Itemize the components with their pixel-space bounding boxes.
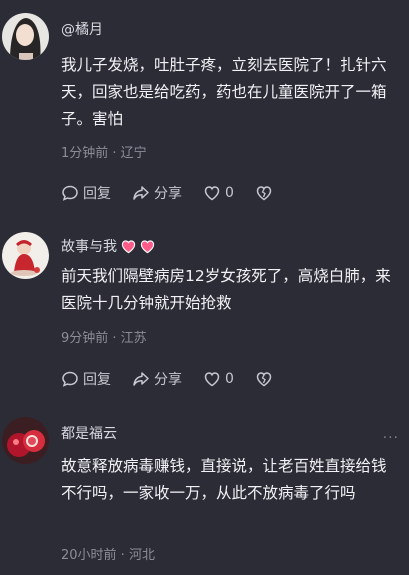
comment-text: 我儿子发烧，吐肚子疼，立刻去医院了！扎针六天，回家也是给吃药，药也在儿童医院开了… (61, 56, 387, 128)
reply-button[interactable]: 回复 (61, 369, 111, 389)
comment-bubble-icon (62, 371, 78, 387)
dislike-button[interactable] (255, 184, 277, 202)
avatar[interactable] (2, 417, 49, 464)
share-button[interactable]: 分享 (132, 183, 182, 203)
avatar[interactable] (2, 13, 49, 60)
reply-label: 回复 (83, 186, 111, 202)
comment-meta: 20小时前 · 河北 (61, 548, 155, 563)
avatar[interactable] (2, 232, 49, 279)
pink-heart-icon (140, 239, 155, 253)
comment-actions: 回复 分享 0 (61, 369, 298, 389)
share-label: 分享 (154, 186, 182, 202)
reply-label: 回复 (83, 372, 111, 388)
username-text: 故事与我 (61, 239, 117, 255)
comment-meta: 9分钟前 · 江苏 (61, 331, 147, 346)
comment-meta: 1分钟前 · 辽宁 (61, 146, 147, 161)
comment-text: 前天我们隔壁病房12岁女孩死了，高烧白肺，来医院十几分钟就开始抢救 (61, 267, 391, 312)
broken-heart-icon (256, 372, 272, 387)
like-button[interactable]: 0 (203, 370, 234, 388)
comment-text: 故意释放病毒赚钱，直接说，让老百姓直接给钱不行吗，一家收一万，从此不放病毒了行吗 (61, 457, 387, 502)
share-arrow-icon (133, 186, 149, 200)
more-options-button[interactable]: ··· (383, 430, 399, 446)
reply-button[interactable]: 回复 (61, 183, 111, 203)
username[interactable]: 故事与我 (61, 236, 155, 256)
heart-outline-icon (204, 186, 220, 201)
broken-heart-icon (256, 186, 272, 201)
avatar-image (2, 13, 49, 60)
heart-outline-icon (204, 372, 220, 387)
username-text: @橘月 (61, 22, 103, 38)
avatar-image (2, 232, 49, 279)
avatar-image (2, 417, 49, 464)
like-count: 0 (225, 371, 234, 387)
username-text: 都是福云 (61, 426, 117, 442)
username[interactable]: @橘月 (61, 19, 103, 39)
comment-actions: 回复 分享 0 (61, 183, 298, 203)
pink-heart-icon (121, 239, 136, 253)
like-count: 0 (225, 185, 234, 201)
comment-bubble-icon (62, 185, 78, 201)
dislike-button[interactable] (255, 370, 277, 388)
share-label: 分享 (154, 372, 182, 388)
share-arrow-icon (133, 372, 149, 386)
share-button[interactable]: 分享 (132, 369, 182, 389)
username[interactable]: 都是福云 (61, 423, 117, 443)
like-button[interactable]: 0 (203, 184, 234, 202)
